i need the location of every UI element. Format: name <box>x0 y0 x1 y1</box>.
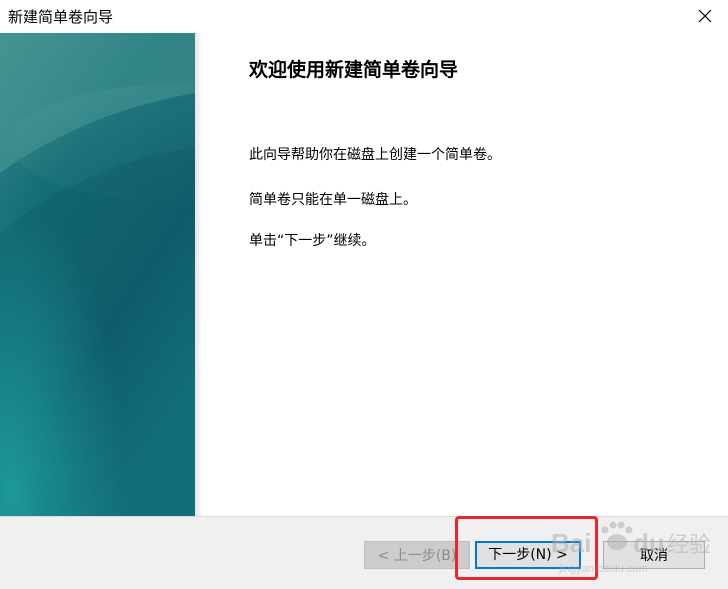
next-button[interactable]: 下一步(N) > <box>475 541 581 569</box>
cancel-button[interactable]: 取消 <box>603 541 705 569</box>
panel-divider-shadow <box>195 33 203 516</box>
window-title: 新建简单卷向导 <box>8 8 114 26</box>
close-button[interactable] <box>682 0 728 32</box>
wizard-content: 欢迎使用新建简单卷向导 此向导帮助你在磁盘上创建一个简单卷。 简单卷只能在单一磁… <box>203 33 728 516</box>
wizard-footer: < 上一步(B) 下一步(N) > 取消 <box>0 516 728 589</box>
wizard-side-banner <box>0 33 195 516</box>
continue-instruction-text: 单击“下一步”继续。 <box>249 233 376 249</box>
close-icon <box>698 9 712 23</box>
intro-text: 此向导帮助你在磁盘上创建一个简单卷。 <box>249 147 501 163</box>
single-disk-text: 简单卷只能在单一磁盘上。 <box>249 192 417 208</box>
wizard-heading: 欢迎使用新建简单卷向导 <box>249 59 459 81</box>
back-button[interactable]: < 上一步(B) <box>364 541 470 569</box>
title-bar: 新建简单卷向导 <box>0 0 728 32</box>
wizard-window: 新建简单卷向导 欢迎使用新建简单卷向导 此向导帮助你在磁盘上创建一个简单卷。 简… <box>0 0 728 589</box>
